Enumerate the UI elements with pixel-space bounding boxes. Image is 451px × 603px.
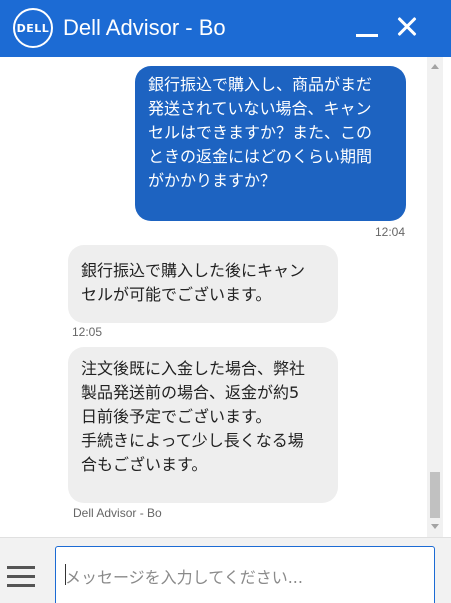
agent-message-bubble: 注文後既に入金した場合、弊社 製品発送前の場合、返金が約5 日前後予定でございま…: [68, 347, 338, 503]
chat-header: DELL Dell Advisor - Bo: [0, 0, 451, 57]
scrollbar-thumb[interactable]: [430, 472, 440, 518]
message-input[interactable]: [56, 547, 434, 603]
message-input-box[interactable]: [55, 546, 435, 603]
agent-message-bubble: 銀行振込で購入した後にキャン セルが可能でございます。: [68, 245, 338, 323]
menu-line: [7, 575, 35, 578]
window-edge: [443, 57, 451, 603]
chat-scrollbar[interactable]: [427, 57, 443, 537]
hamburger-menu-icon[interactable]: [7, 566, 35, 588]
scroll-up-arrow-icon[interactable]: [431, 64, 439, 69]
menu-line: [7, 566, 35, 569]
minimize-icon[interactable]: [352, 14, 382, 44]
text-caret: [65, 564, 66, 585]
message-timestamp: 12:04: [375, 225, 406, 239]
message-timestamp: 12:05: [72, 325, 103, 339]
message-sender-name: Dell Advisor - Bo: [73, 506, 162, 520]
chat-title: Dell Advisor - Bo: [63, 15, 226, 40]
scroll-down-arrow-icon[interactable]: [431, 524, 439, 529]
dell-logo: DELL: [13, 8, 53, 48]
close-icon[interactable]: [392, 12, 422, 42]
user-message-bubble: 銀行振込で購入し、商品がまだ 発送されていない場合、キャン セルはできますか？ま…: [135, 66, 406, 221]
menu-line: [7, 584, 35, 587]
